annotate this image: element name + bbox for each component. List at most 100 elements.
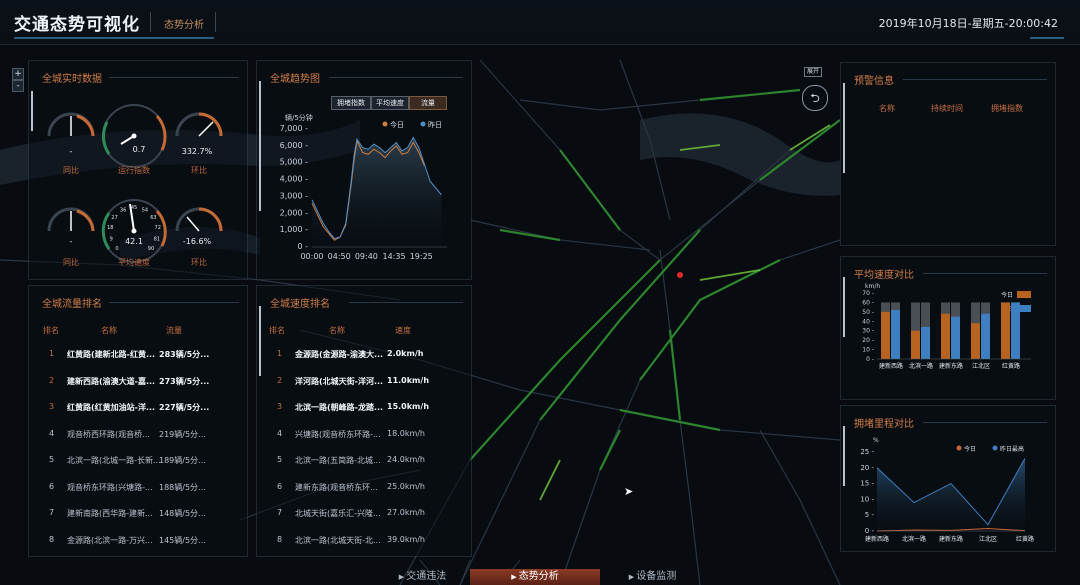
- bar-today: [941, 313, 950, 359]
- y-axis-label: km/h: [865, 283, 880, 290]
- gauge-value: 42.1: [125, 237, 143, 246]
- y-tick-label: 1,000 -: [280, 225, 308, 234]
- header-underline: [14, 37, 214, 39]
- y-tick-label: 3,000 -: [280, 191, 308, 200]
- header-underline: [1030, 37, 1064, 39]
- flow-road-name[interactable]: 观音桥西环路(观音桥...: [67, 429, 165, 440]
- bar-yesterday: [951, 316, 960, 359]
- expand-button[interactable]: 展开: [804, 67, 823, 77]
- accent-bar: [259, 306, 261, 376]
- flow-rank-panel: 全城流量排名 排名 名称 流量 1 红黄路(建新北路-红黄... 283辆/5分..…: [28, 285, 248, 557]
- gauge-tick: 45: [131, 205, 137, 211]
- gauge-yoy-speed: [47, 207, 95, 232]
- y-tick-label: 10 -: [860, 495, 874, 503]
- series-area-yesterday: [312, 137, 442, 247]
- column-header-name: 名称: [101, 326, 117, 335]
- rank-number: 6: [49, 481, 55, 491]
- tab-congestion-index[interactable]: 拥堵指数: [331, 96, 371, 110]
- app-title: 交通态势可视化: [14, 15, 140, 35]
- title-line: [109, 77, 239, 78]
- zoom-out-button[interactable]: -: [12, 80, 24, 92]
- rank-number: 5: [49, 455, 55, 464]
- zoom-in-button[interactable]: +: [12, 68, 24, 80]
- flow-value: 283辆/5分...: [159, 350, 210, 359]
- gauge-tick: 18: [107, 225, 113, 231]
- panel-title: 预警信息: [854, 76, 894, 87]
- nav-traffic-violation[interactable]: ▶ 交通违法: [375, 569, 470, 585]
- flow-road-name[interactable]: 建新西路(渝澳大道-嘉...: [67, 376, 165, 387]
- gauge-tick: 90: [148, 246, 154, 252]
- speed-road-name[interactable]: 金源路(金源路-渝澳大...: [295, 349, 393, 360]
- play-icon: ▶: [511, 573, 519, 581]
- nav-situation-analysis[interactable]: ▶ 态势分析: [470, 569, 600, 585]
- y-tick-label: 50 -: [862, 309, 874, 316]
- y-tick-label: 5 -: [865, 511, 875, 519]
- flow-road-name[interactable]: 红黄路(建新北路-红黄...: [67, 349, 165, 360]
- x-tick-label: 红黄路: [1016, 535, 1034, 543]
- x-tick-label: 19:25: [410, 252, 433, 261]
- bar-today: [971, 323, 980, 359]
- y-tick-label: 10 -: [862, 347, 874, 354]
- y-tick-label: 70 -: [862, 290, 874, 297]
- tab-average-speed[interactable]: 平均速度: [371, 96, 409, 110]
- x-tick-label: 建新西路: [879, 362, 903, 370]
- nav-label: 交通违法: [406, 571, 447, 582]
- bar-yesterday: [891, 309, 900, 359]
- rank-number: 2: [277, 375, 283, 385]
- speed-road-name[interactable]: 北滨一路(五简路-北城...: [295, 455, 393, 466]
- flow-road-name[interactable]: 红黄路(红黄加油站-洋...: [67, 402, 165, 413]
- panel-title: 全城趋势图: [270, 74, 320, 85]
- trend-panel: 全城趋势图 拥堵指数 平均速度 流量 辆/5分钟 7,000 - 6,000 - 5,…: [256, 60, 472, 280]
- congestion-chart: % 25 - 20 - 15 - 10 - 5 - 0 - 今日 昨日最高建新西路 北滨一路 建新东…: [860, 437, 1034, 543]
- flow-road-name[interactable]: 观音桥东环路(兴塘路-...: [67, 482, 165, 493]
- warning-panel: 预警信息 名称 持续时间 拥堵指数: [840, 62, 1056, 246]
- y-tick-label: 5,000 -: [280, 158, 308, 167]
- speed-road-name[interactable]: 北滨一路(朝峰路-龙踏...: [295, 402, 393, 413]
- y-tick-label: 0 -: [297, 242, 308, 251]
- legend-label: 今日: [964, 445, 976, 453]
- speed-value: 24.0km/h: [387, 455, 426, 464]
- gauge-label: 平均速度: [118, 258, 150, 267]
- gauge-mom-run: [175, 112, 223, 137]
- nav-device-monitoring[interactable]: ▶ 设备监测: [605, 569, 700, 585]
- rank-number: 1: [49, 349, 55, 358]
- gauge-value: 0.7: [132, 145, 146, 154]
- title-line: [923, 273, 1047, 274]
- flow-value: 145辆/5分...: [159, 535, 206, 545]
- speed-road-name[interactable]: 洋河路(北城天街-洋河...: [295, 376, 393, 387]
- x-tick-label: 江北区: [979, 535, 997, 543]
- y-tick-label: 0 -: [866, 356, 874, 363]
- gauge-label: 环比: [191, 166, 207, 175]
- y-tick-label: 2,000 -: [280, 208, 308, 217]
- speed-road-name[interactable]: 北城天街(嘉乐汇-兴隆...: [295, 508, 393, 519]
- gauge-value: -: [69, 237, 73, 246]
- gauge-yoy-run: [47, 112, 95, 137]
- rank-number: 4: [49, 428, 55, 438]
- divider: [150, 12, 151, 32]
- legend-marker: [420, 121, 426, 127]
- back-icon[interactable]: ⮌: [802, 85, 828, 111]
- rank-number: 7: [277, 508, 283, 517]
- speed-road-name[interactable]: 兴塘路(观音桥东环路-...: [295, 429, 393, 440]
- divider: [215, 12, 216, 32]
- bar-today: [1001, 302, 1010, 359]
- flow-value: 189辆/5分...: [159, 456, 206, 465]
- gauge-tick: 54: [142, 208, 148, 214]
- tab-flow[interactable]: 流量: [409, 96, 447, 110]
- flow-road-name[interactable]: 金源路(北滨一路-万兴...: [67, 535, 165, 546]
- nav-label: 态势分析: [518, 571, 559, 582]
- rank-number: 8: [277, 534, 283, 544]
- column-header-congestion: 拥堵指数: [991, 104, 1023, 113]
- speed-road-name[interactable]: 建新东路(观音桥东环...: [295, 482, 393, 493]
- flow-road-name[interactable]: 建新南路(西华路-建新...: [67, 508, 165, 519]
- tab-situation-analysis[interactable]: 态势分析: [164, 16, 204, 31]
- flow-road-name[interactable]: 北滨一路(北城一路-长新...: [67, 455, 165, 466]
- flow-value: 148辆/5分...: [159, 509, 206, 518]
- panel-title: 全城实时数据: [42, 74, 102, 85]
- y-tick-label: 15 -: [860, 480, 874, 488]
- y-tick-label: 60 -: [862, 299, 874, 306]
- rank-number: 3: [49, 402, 55, 411]
- congestion-panel: 拥堵里程对比 % 25 -20 -15 -10 -5 -0 - 今日 昨日最高 建新西路…: [840, 405, 1056, 552]
- speed-road-name[interactable]: 北滨一路(北城天街-北...: [295, 535, 393, 546]
- gauge-value: 332.7%: [181, 147, 213, 156]
